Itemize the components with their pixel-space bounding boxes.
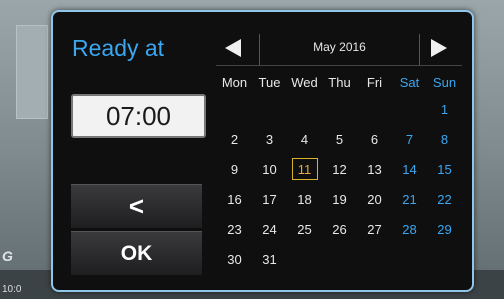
weekday-tue: Tue — [258, 74, 281, 90]
calendar-day[interactable]: 2 — [217, 132, 252, 147]
selected-day[interactable]: 11 — [291, 158, 318, 180]
calendar-day-cell[interactable]: 25 — [287, 222, 322, 237]
calendar-day-cell[interactable]: 24 — [252, 222, 287, 237]
calendar-day[interactable]: 29 — [427, 222, 462, 237]
calendar-weeks: 1 2 3 4 5 6 7 8 9 10 11 12 13 14 15 16 17 18 19 20 21 22 23 24 2… — [217, 94, 462, 274]
calendar-week-row: 9 10 11 12 13 14 15 — [217, 154, 462, 184]
calendar-day-cell[interactable]: 29 — [427, 222, 462, 237]
calendar-day[interactable]: 14 — [392, 162, 427, 177]
calendar-day-cell[interactable]: 11 — [287, 158, 322, 180]
date-time-dialog: Ready at 07:00 < OK May 2016 Mon Tue Wed… — [51, 10, 474, 292]
weekday-wed: Wed — [291, 74, 318, 90]
weekday-mon: Mon — [221, 74, 248, 90]
calendar-day-cell[interactable]: 10 — [252, 162, 287, 177]
calendar-day-cell[interactable]: 17 — [252, 192, 287, 207]
calendar-day[interactable]: 22 — [427, 192, 462, 207]
calendar-day[interactable]: 15 — [427, 162, 462, 177]
calendar-grid: Mon Tue Wed Thu Fri Sat Sun 1 2 3 4 5 6 7 8 9 10 1… — [217, 70, 462, 274]
background-panel — [16, 25, 48, 119]
calendar-day-cell[interactable]: 28 — [392, 222, 427, 237]
calendar-week-row: 16 17 18 19 20 21 22 — [217, 184, 462, 214]
next-month-icon[interactable] — [431, 39, 447, 57]
month-label: May 2016 — [313, 40, 366, 54]
calendar-day[interactable]: 3 — [252, 132, 287, 147]
calendar-day-cell[interactable]: 20 — [357, 192, 392, 207]
dialog-title: Ready at — [72, 35, 165, 61]
calendar-day[interactable]: 21 — [392, 192, 427, 207]
weekday-sat: Sat — [399, 74, 420, 90]
calendar-day-cell[interactable]: 16 — [217, 192, 252, 207]
time-field[interactable]: 07:00 — [71, 94, 206, 138]
calendar-day-cell[interactable]: 7 — [392, 132, 427, 147]
calendar-day[interactable]: 9 — [217, 162, 252, 177]
weekday-fri: Fri — [366, 74, 383, 90]
calendar-day[interactable]: 10 — [252, 162, 287, 177]
calendar-day[interactable]: 27 — [357, 222, 392, 237]
weekday-sun: Sun — [432, 74, 457, 90]
calendar-day-cell[interactable]: 3 — [252, 132, 287, 147]
calendar-day[interactable]: 20 — [357, 192, 392, 207]
background-logo: G — [2, 248, 13, 264]
calendar-day[interactable]: 17 — [252, 192, 287, 207]
calendar-day[interactable]: 24 — [252, 222, 287, 237]
calendar-day[interactable]: 5 — [322, 132, 357, 147]
calendar-day[interactable]: 16 — [217, 192, 252, 207]
calendar-day[interactable]: 23 — [217, 222, 252, 237]
calendar-day-cell[interactable]: 5 — [322, 132, 357, 147]
calendar-week-row: 23 24 25 26 27 28 29 — [217, 214, 462, 244]
calendar-day-cell[interactable]: 2 — [217, 132, 252, 147]
background-clock: 10:0 — [2, 284, 22, 295]
nav-divider — [419, 34, 420, 66]
calendar-day[interactable]: 18 — [287, 192, 322, 207]
calendar-day-cell[interactable]: 31 — [252, 252, 287, 267]
calendar-week-row: 30 31 — [217, 244, 462, 274]
calendar-day-cell[interactable]: 12 — [322, 162, 357, 177]
calendar-day-cell[interactable]: 19 — [322, 192, 357, 207]
calendar-day-cell[interactable]: 26 — [322, 222, 357, 237]
calendar-week-row: 1 — [217, 94, 462, 124]
weekday-header-row: Mon Tue Wed Thu Fri Sat Sun — [217, 70, 462, 94]
calendar-day[interactable]: 4 — [287, 132, 322, 147]
calendar-day-cell[interactable]: 21 — [392, 192, 427, 207]
calendar-day[interactable]: 6 — [357, 132, 392, 147]
calendar-day-cell[interactable]: 8 — [427, 132, 462, 147]
calendar-week-row: 2345678 — [217, 124, 462, 154]
weekday-thu: Thu — [328, 74, 351, 90]
calendar-header-divider — [216, 65, 462, 66]
calendar-day[interactable]: 1 — [427, 102, 462, 117]
calendar-day-cell[interactable]: 23 — [217, 222, 252, 237]
calendar-day-cell[interactable]: 22 — [427, 192, 462, 207]
calendar-day[interactable]: 25 — [287, 222, 322, 237]
calendar-day[interactable]: 31 — [252, 252, 287, 267]
calendar-day[interactable]: 19 — [322, 192, 357, 207]
calendar-day-cell[interactable]: 9 — [217, 162, 252, 177]
calendar-day-cell[interactable]: 14 — [392, 162, 427, 177]
calendar-day[interactable]: 7 — [392, 132, 427, 147]
calendar-day-cell[interactable]: 27 — [357, 222, 392, 237]
calendar-day[interactable]: 26 — [322, 222, 357, 237]
calendar-day-cell[interactable]: 15 — [427, 162, 462, 177]
calendar-day-cell[interactable]: 6 — [357, 132, 392, 147]
previous-month-icon[interactable] — [225, 39, 241, 57]
calendar-day-cell[interactable]: 18 — [287, 192, 322, 207]
ok-button[interactable]: OK — [71, 231, 202, 275]
calendar-day-cell[interactable]: 13 — [357, 162, 392, 177]
calendar-day[interactable]: 30 — [217, 252, 252, 267]
back-button[interactable]: < — [71, 184, 202, 228]
calendar-day[interactable]: 13 — [357, 162, 392, 177]
calendar-day[interactable]: 12 — [322, 162, 357, 177]
calendar-day[interactable]: 28 — [392, 222, 427, 237]
calendar-day[interactable]: 8 — [427, 132, 462, 147]
calendar-day-cell[interactable]: 1 — [427, 102, 462, 117]
calendar-day-cell[interactable]: 4 — [287, 132, 322, 147]
calendar-day-cell[interactable]: 30 — [217, 252, 252, 267]
